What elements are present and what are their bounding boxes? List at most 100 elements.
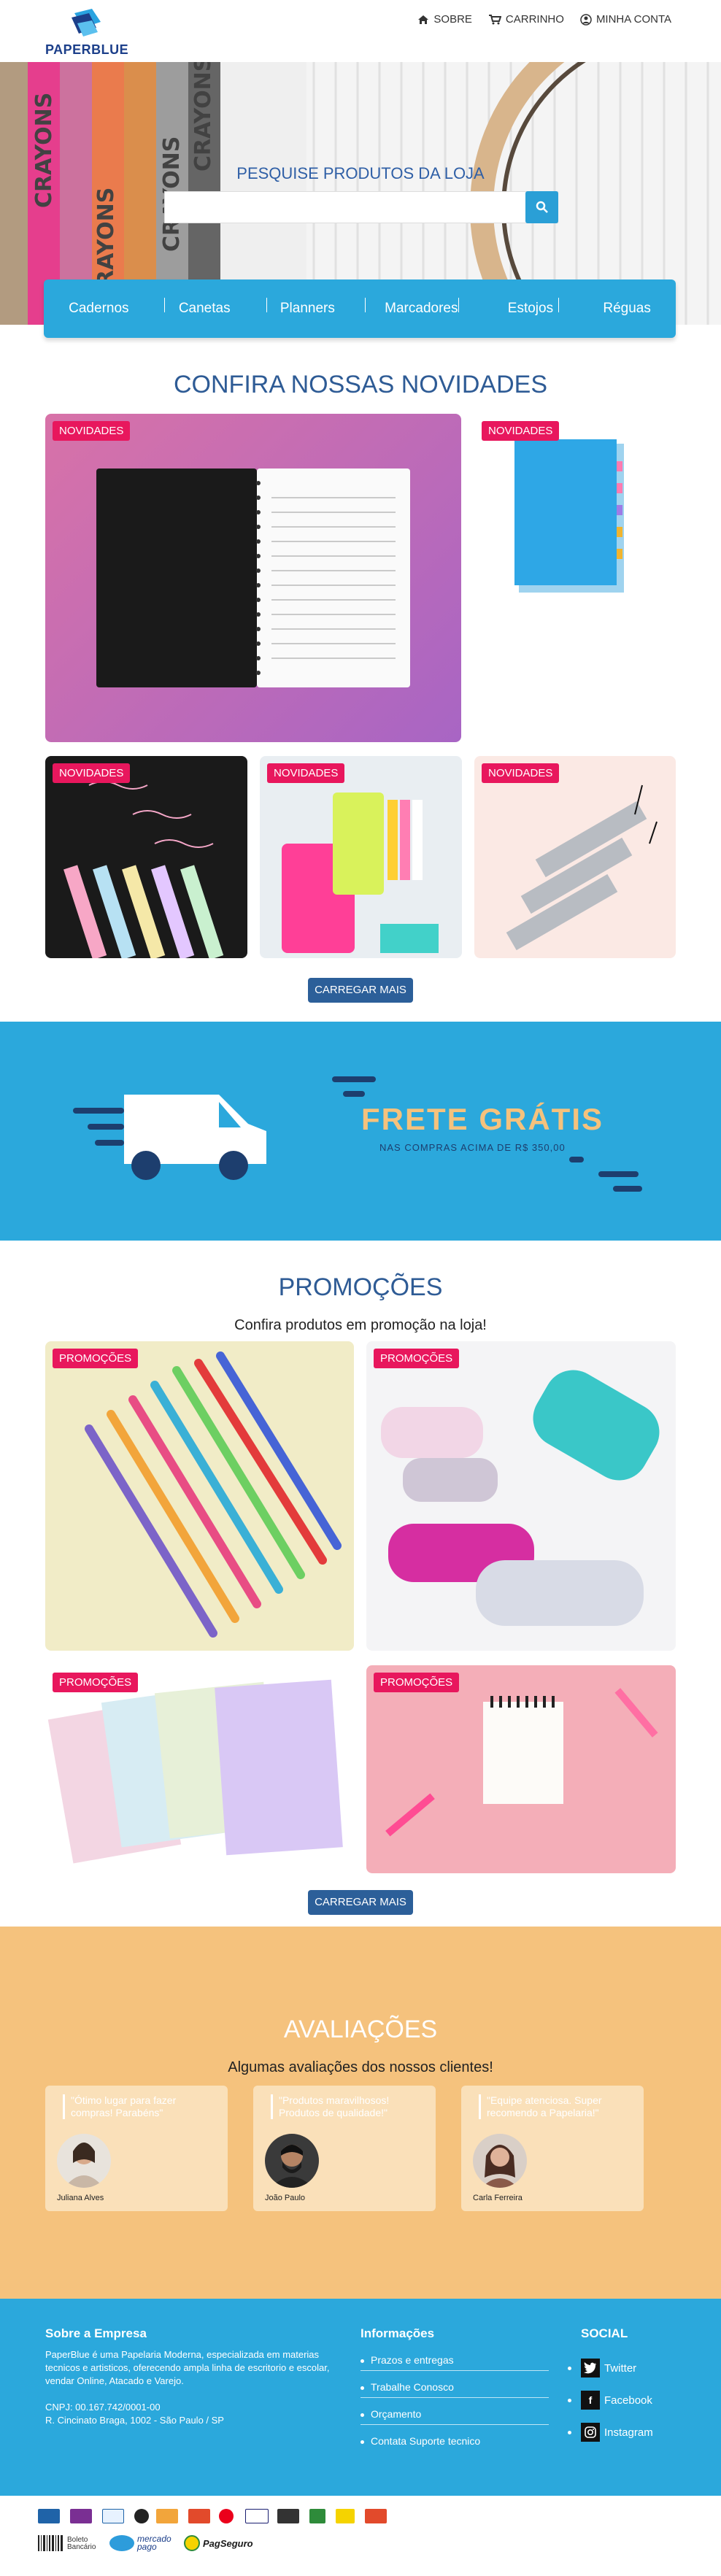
product-card-novidade-2[interactable]: NOVIDADES (474, 414, 676, 611)
bullet (360, 2386, 364, 2390)
footer-about-title: Sobre a Empresa (45, 2326, 147, 2340)
divider (360, 2397, 549, 2398)
category-canetas[interactable]: Canetas (157, 301, 252, 317)
novidades-badge: NOVIDADES (482, 421, 560, 441)
cat-divider (164, 298, 165, 312)
social-facebook[interactable]: f Facebook (581, 2391, 652, 2410)
card-icon (188, 2509, 210, 2523)
cat-divider (266, 298, 267, 312)
product-card-promo-2[interactable]: PROMOÇÕES (366, 1341, 676, 1651)
nav-minha-conta[interactable]: MINHA CONTA (580, 13, 671, 26)
card-icon (102, 2509, 124, 2523)
amex-icon (38, 2509, 60, 2523)
logo-icon (72, 9, 101, 36)
site-header: PAPERBLUE SOBRE CARRINHO MINHA CONTA (0, 0, 721, 62)
product-card-promo-4[interactable]: PROMOÇÕES (366, 1665, 676, 1873)
divider (360, 2370, 549, 2371)
nav-sobre[interactable]: SOBRE (417, 13, 472, 26)
notebook-image (96, 468, 410, 687)
category-planners[interactable]: Planners (258, 301, 357, 317)
reviewer-name: Juliana Alves (57, 2194, 104, 2202)
reviews-section: AVALIAÇÕES Algumas avaliações dos nossos… (0, 1927, 721, 2299)
product-card-novidade-4[interactable]: NOVIDADES (260, 756, 462, 958)
avatar (57, 2134, 111, 2188)
free-shipping-subtitle: NAS COMPRAS ACIMA DE R$ 350,00 (379, 1142, 566, 1153)
footer-social-title: SOCIAL (581, 2326, 628, 2340)
product-card-novidade-3[interactable]: NOVIDADES (45, 756, 247, 958)
search-input[interactable] (164, 191, 558, 223)
novidades-badge: NOVIDADES (53, 421, 131, 441)
bullet (568, 2431, 571, 2434)
top-nav: SOBRE CARRINHO MINHA CONTA (417, 13, 671, 26)
category-estojos[interactable]: Estojos (486, 301, 575, 317)
product-card-novidade-1[interactable]: NOVIDADES (45, 414, 461, 742)
novidades-load-more-button[interactable]: CARREGAR MAIS (308, 978, 413, 1003)
card-icon (156, 2509, 178, 2523)
novidades-badge: NOVIDADES (482, 763, 560, 783)
footer-cnpj: CNPJ: 00.167.742/0001-00 (45, 2402, 161, 2413)
search-icon (536, 201, 548, 213)
search-button[interactable] (525, 191, 558, 223)
footer-about-text: PaperBlue é uma Papelaria Moderna, espec… (45, 2349, 330, 2386)
reviews-title: AVALIAÇÕES (283, 2016, 438, 2043)
reviews-subtitle: Algumas avaliações dos nossos clientes! (228, 2059, 493, 2075)
review-card: "Ótimo lugar para fazer compras! Parabén… (45, 2086, 228, 2211)
twitter-icon (581, 2359, 600, 2378)
card-icon (70, 2509, 92, 2523)
facebook-icon: f (581, 2391, 600, 2410)
footer-link-prazos[interactable]: Prazos e entregas (371, 2354, 454, 2366)
avatar (265, 2134, 319, 2188)
free-shipping-banner: FRETE GRÁTIS NAS COMPRAS ACIMA DE R$ 350… (0, 1022, 721, 1241)
pens-on-chalkboard-image (63, 781, 224, 958)
payment-methods: Boleto Bancário mercado pago PagSeguro (0, 2496, 721, 2576)
promocoes-badge: PROMOÇÕES (374, 1349, 460, 1368)
pagseguro-icon (184, 2535, 200, 2551)
nav-minha-conta-label: MINHA CONTA (595, 13, 671, 26)
promocoes-badge: PROMOÇÕES (53, 1673, 139, 1692)
product-card-promo-1[interactable]: PROMOÇÕES (45, 1341, 354, 1651)
nav-carrinho[interactable]: CARRINHO (488, 13, 564, 26)
social-twitter[interactable]: Twitter (581, 2359, 636, 2378)
footer-link-orcamento[interactable]: Orçamento (371, 2408, 421, 2420)
reviewer-name: Carla Ferreira (473, 2194, 523, 2202)
mercado-pago-icon (109, 2535, 134, 2551)
category-reguas[interactable]: Réguas (581, 301, 673, 317)
user-icon (580, 13, 592, 26)
avatar (473, 2134, 527, 2188)
notepad-image (385, 1688, 658, 1837)
category-marcadores[interactable]: Marcadores (363, 301, 479, 317)
cat-divider (558, 298, 559, 312)
promocoes-badge: PROMOÇÕES (374, 1673, 460, 1692)
product-card-novidade-5[interactable]: NOVIDADES (474, 756, 676, 958)
nav-sobre-label: SOBRE (433, 13, 472, 26)
bullet (568, 2367, 571, 2370)
cat-divider (458, 298, 459, 312)
home-icon (418, 15, 429, 24)
footer-info-list: Prazos e entregas Trabalhe Conosco Orçam… (360, 2353, 549, 2462)
cat-divider (365, 298, 366, 312)
category-bar: Cadernos Canetas Planners Marcadores Est… (44, 279, 676, 338)
logo[interactable]: PAPERBLUE (45, 7, 133, 58)
category-cadernos[interactable]: Cadernos (47, 301, 150, 317)
product-card-promo-3[interactable]: PROMOÇÕES (45, 1665, 354, 1873)
review-card: "Produtos maravilhosos! Produtos de qual… (253, 2086, 436, 2211)
delivery-truck-icon (73, 1076, 642, 1192)
social-facebook-label: Facebook (604, 2394, 652, 2407)
social-twitter-label: Twitter (604, 2361, 637, 2375)
card-icon (134, 2509, 149, 2523)
footer-link-suporte[interactable]: Contata Suporte tecnico (371, 2435, 480, 2447)
review-card: "Equipe atenciosa. Super recomendo a Pap… (461, 2086, 644, 2211)
divider (360, 2424, 549, 2425)
novidades-badge: NOVIDADES (53, 763, 131, 783)
mercado-pago-label: mercado pago (137, 2534, 171, 2552)
promocoes-badge: PROMOÇÕES (53, 1349, 139, 1368)
logo-text: PAPERBLUE (45, 42, 129, 57)
footer-address: R. Cincinato Braga, 1002 - São Paulo / S… (45, 2415, 224, 2426)
social-instagram[interactable]: Instagram (581, 2423, 653, 2442)
card-icon (309, 2509, 325, 2523)
footer-link-trabalhe[interactable]: Trabalhe Conosco (371, 2381, 454, 2393)
highlighters-image (282, 793, 439, 953)
promocoes-load-more-button[interactable]: CARREGAR MAIS (308, 1890, 413, 1915)
footer-info-title: Informações (360, 2326, 435, 2340)
bullet (360, 2440, 364, 2444)
